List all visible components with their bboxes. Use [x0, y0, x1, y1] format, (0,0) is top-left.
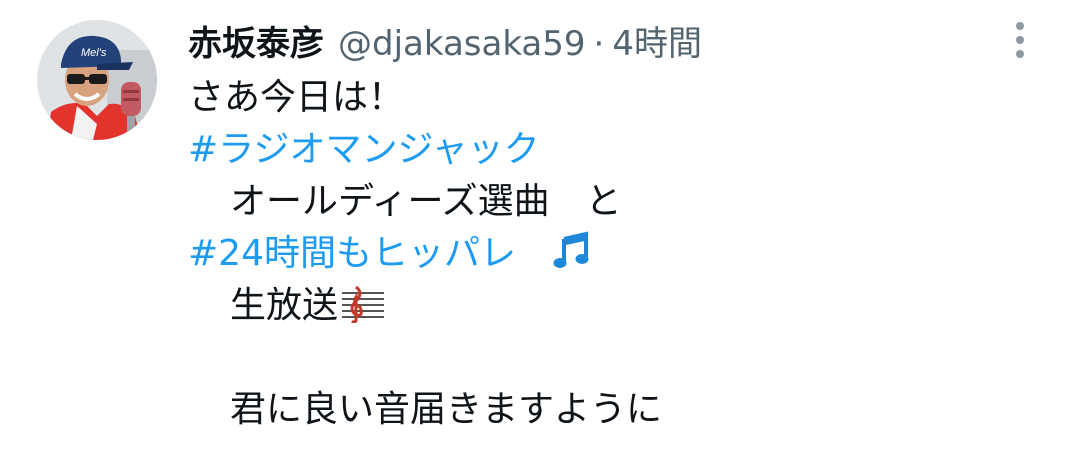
author-handle[interactable]: @djakasaka59 [338, 24, 586, 64]
tweet-line: 君に良い音届きますように [188, 384, 1008, 436]
tweet-line: 生放送 [188, 280, 1008, 332]
meta-separator: · [593, 24, 605, 64]
tweet-line: さあ今日は！ [188, 72, 1008, 124]
hashtag-link[interactable]: #24時間もヒッパレ [188, 233, 516, 274]
tweet-header: 赤坂泰彦 @djakasaka59 · 4時間 [188, 18, 1008, 70]
tweet-line-text: オールディーズ選曲 と [230, 181, 622, 222]
tweet-card[interactable]: Mel's 赤坂泰彦 @djakasaka59 · 4時間 さあ今日は！ #ラジオマ… [0, 0, 1076, 470]
tweet-line: #ラジオマンジャック [188, 124, 1008, 176]
author-avatar[interactable]: Mel's [37, 20, 157, 140]
svg-text:Mel's: Mel's [81, 47, 107, 59]
more-vertical-icon-dot [1016, 36, 1024, 44]
musical-score-icon [340, 283, 386, 324]
tweet-line: オールディーズ選曲 と [188, 176, 1008, 228]
more-vertical-icon [1016, 22, 1024, 30]
musical-notes-icon [552, 231, 592, 271]
tweet-time[interactable]: 4時間 [612, 24, 702, 64]
tweet-text: さあ今日は！ #ラジオマンジャック オールディーズ選曲 と #24時間もヒッパレ… [188, 72, 1008, 436]
tweet-line-text: 生放送 [230, 285, 339, 326]
tweet-content: 赤坂泰彦 @djakasaka59 · 4時間 さあ今日は！ #ラジオマンジャック … [188, 18, 1008, 436]
more-vertical-icon-dot [1016, 50, 1024, 58]
avatar-image: Mel's [37, 20, 157, 140]
tweet-line-text: 君に良い音届きますように [230, 389, 663, 430]
hashtag-link[interactable]: #ラジオマンジャック [188, 129, 540, 170]
author-meta: @djakasaka59 · 4時間 [338, 18, 702, 70]
author-name[interactable]: 赤坂泰彦 [188, 18, 324, 70]
tweet-line: #24時間もヒッパレ [188, 228, 1008, 280]
tweet-line-text: さあ今日は！ [188, 77, 405, 118]
more-options-button[interactable] [1008, 20, 1032, 60]
